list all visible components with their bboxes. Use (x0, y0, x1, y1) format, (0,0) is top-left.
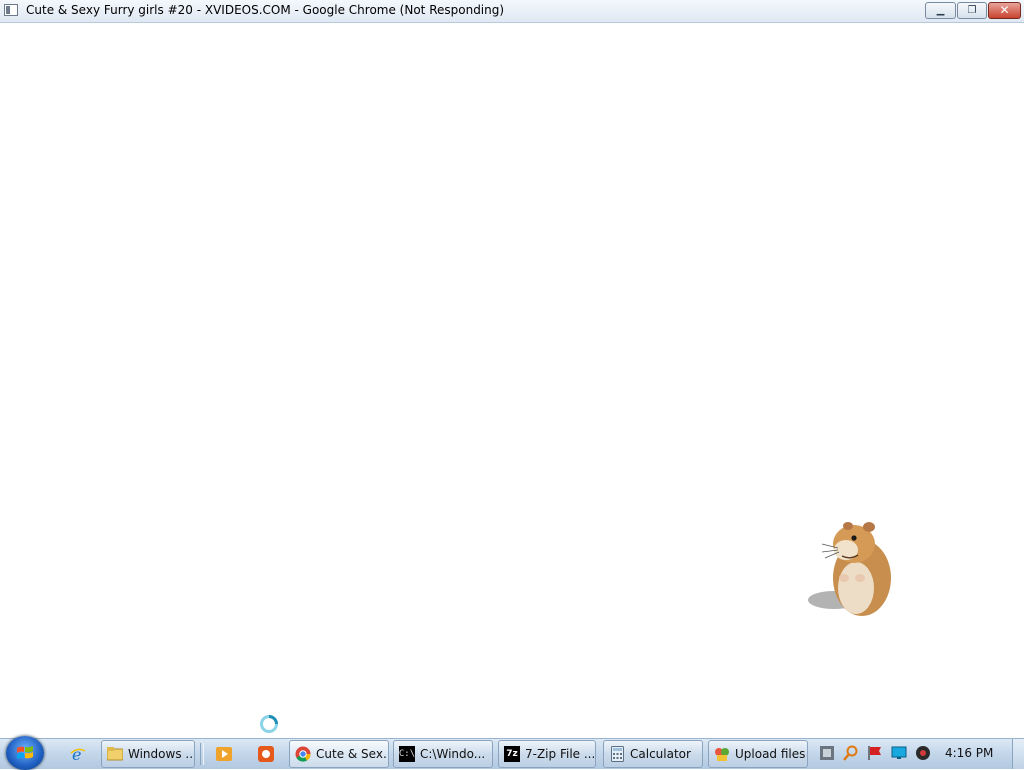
app-icon[interactable] (254, 742, 278, 766)
taskbar-button-upload-files[interactable]: Upload files (708, 740, 808, 768)
busy-cursor-icon (260, 715, 278, 733)
hamster-desktop-pet[interactable] (806, 512, 898, 624)
window-title: Cute & Sexy Furry girls #20 - XVIDEOS.CO… (26, 3, 505, 17)
internet-explorer-icon[interactable]: e (66, 742, 90, 766)
taskbar-button-label: Windows ... (128, 747, 195, 761)
upload-icon (714, 746, 730, 762)
taskbar-button-label: Calculator (630, 747, 691, 761)
search-icon[interactable] (842, 744, 860, 762)
taskbar-button-windows-explorer[interactable]: Windows ... (101, 740, 195, 768)
title-bar[interactable]: Cute & Sexy Furry girls #20 - XVIDEOS.CO… (0, 0, 1024, 23)
system-clock[interactable]: 4:16 PM (945, 746, 993, 760)
network-icon[interactable] (818, 744, 836, 762)
folder-icon (107, 746, 123, 762)
taskbar-button-label: Cute & Sex... (316, 747, 389, 761)
taskbar-button-label: Upload files (735, 747, 806, 761)
taskbar-button-chrome[interactable]: Cute & Sex... (289, 740, 389, 768)
start-button[interactable] (6, 736, 44, 770)
taskbar-button-7zip[interactable]: 7z 7-Zip File ... (498, 740, 596, 768)
svg-text:e: e (72, 745, 81, 763)
taskbar-button-calculator[interactable]: Calculator (603, 740, 703, 768)
display-icon[interactable] (890, 744, 908, 762)
show-desktop-button[interactable] (1012, 739, 1024, 769)
window-icon[interactable] (4, 4, 18, 16)
restore-button[interactable]: ❐ (957, 2, 987, 19)
volume-icon[interactable] (914, 744, 932, 762)
flag-icon[interactable] (866, 744, 884, 762)
media-player-icon[interactable] (212, 742, 236, 766)
taskbar-button-label: C:\Windo... (420, 747, 486, 761)
7zip-icon: 7z (504, 746, 520, 762)
taskbar-button-label: 7-Zip File ... (525, 747, 596, 761)
taskbar-button-command-prompt[interactable]: C:\ C:\Windo... (393, 740, 493, 768)
close-button[interactable]: ✕ (988, 2, 1021, 19)
chrome-icon (295, 746, 311, 762)
taskbar-separator (200, 743, 204, 765)
minimize-button[interactable]: ▁ (925, 2, 956, 19)
calculator-icon (609, 746, 625, 762)
windows-logo-icon (17, 746, 33, 759)
taskbar: e Windows ... Cute & Sex... C:\ C:\Windo… (0, 736, 1024, 770)
cmd-icon: C:\ (399, 746, 415, 762)
